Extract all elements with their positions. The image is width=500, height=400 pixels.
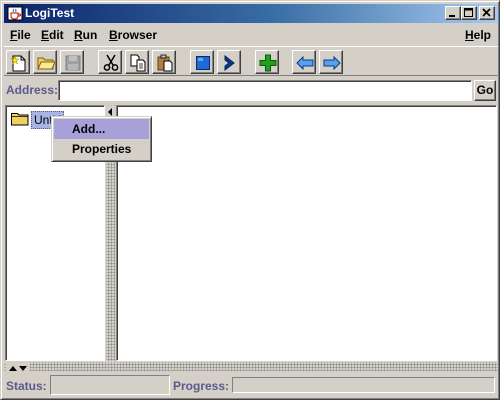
save-disk-icon (65, 55, 81, 71)
expand-up-icon (9, 366, 17, 371)
menu-browser-label: rowser (117, 28, 158, 42)
content-pane[interactable] (116, 105, 497, 361)
address-input[interactable] (58, 80, 472, 101)
cut-button[interactable] (98, 50, 122, 74)
coffee-cup-icon (7, 6, 23, 21)
menu-bar: File Edit Run Browser Help (4, 25, 498, 45)
paste-button[interactable] (152, 50, 176, 74)
app-window: LogiTest File Edit Run Browser Help Addr… (0, 0, 500, 400)
maximize-icon (464, 8, 473, 17)
menu-edit-mnemonic: E (41, 28, 50, 42)
copy-button[interactable] (125, 50, 149, 74)
collapse-left-icon[interactable] (106, 106, 115, 116)
menu-run[interactable]: Run (74, 27, 97, 43)
menu-browser-mnemonic: B (109, 28, 118, 42)
cut-scissors-icon (103, 54, 119, 71)
status-label: Status: (6, 379, 47, 393)
copy-icon (130, 54, 146, 72)
title-bar[interactable]: LogiTest (4, 4, 498, 23)
status-bar: Status: Progress: (4, 373, 498, 397)
context-menu: Add... Properties (51, 116, 152, 162)
menu-help[interactable]: Help (465, 27, 491, 43)
paste-icon (157, 54, 173, 72)
menu-run-mnemonic: R (74, 28, 83, 42)
menu-file-label: ile (17, 28, 31, 42)
address-label: Address: (6, 83, 59, 97)
back-arrow-icon (296, 55, 314, 71)
context-menu-properties[interactable]: Properties (54, 139, 149, 159)
new-button[interactable] (6, 50, 30, 74)
toolbar (4, 46, 498, 76)
folder-icon (11, 112, 29, 129)
stop-square-icon (196, 56, 210, 70)
open-button[interactable] (33, 50, 57, 74)
close-icon (482, 8, 491, 17)
menu-help-label: elp (473, 28, 492, 42)
forward-arrow-icon (323, 55, 341, 71)
close-button[interactable] (479, 6, 495, 20)
menu-file[interactable]: File (10, 27, 31, 43)
status-field (50, 375, 170, 395)
split-arrows[interactable] (6, 362, 30, 371)
context-menu-add[interactable]: Add... (54, 119, 149, 139)
minimize-icon (449, 15, 455, 17)
expand-down-icon (19, 366, 27, 371)
menu-edit-label: dit (49, 28, 64, 42)
window-title: LogiTest (25, 6, 75, 20)
progress-bar (232, 377, 495, 393)
address-bar: Address: Go (4, 79, 498, 103)
add-button[interactable] (255, 50, 279, 74)
menu-edit[interactable]: Edit (41, 27, 64, 43)
stop-button[interactable] (190, 50, 214, 74)
maximize-button[interactable] (461, 6, 477, 20)
bottom-split-divider[interactable] (4, 362, 498, 371)
minimize-button[interactable] (445, 6, 461, 20)
menu-run-label: un (82, 28, 98, 42)
back-button[interactable] (292, 50, 316, 74)
menu-browser[interactable]: Browser (109, 27, 157, 43)
open-folder-icon (37, 57, 55, 70)
menu-help-mnemonic: H (465, 28, 474, 42)
run-button[interactable] (217, 50, 241, 74)
new-document-icon (10, 55, 26, 72)
go-button[interactable]: Go (474, 80, 496, 101)
save-button[interactable] (60, 50, 84, 74)
progress-label: Progress: (173, 379, 230, 393)
run-chevron-icon (224, 54, 235, 72)
forward-button[interactable] (319, 50, 343, 74)
add-plus-icon (259, 54, 277, 72)
